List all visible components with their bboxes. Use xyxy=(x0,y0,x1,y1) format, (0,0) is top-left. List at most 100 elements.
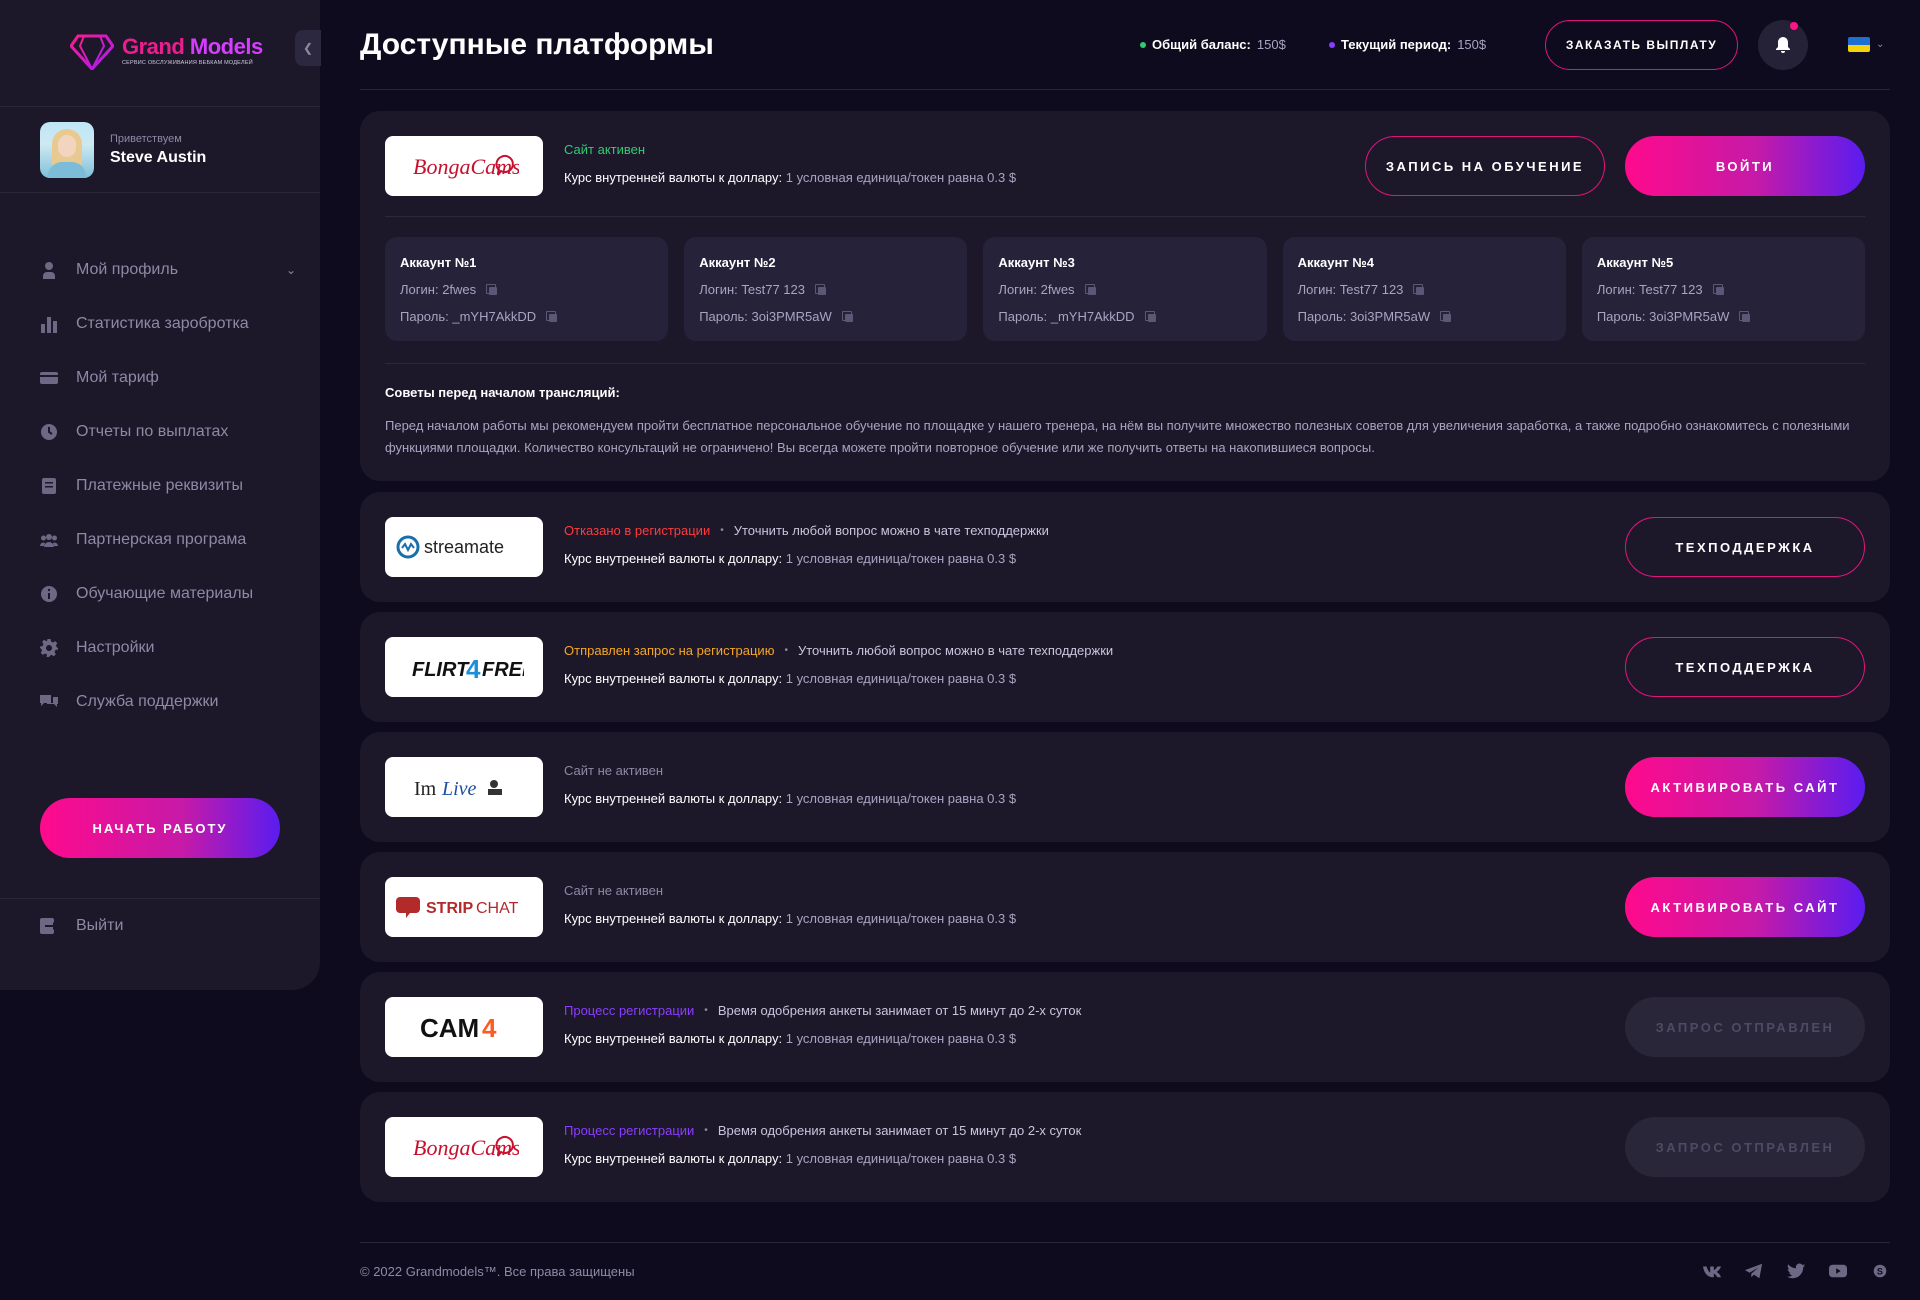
logout-icon xyxy=(40,918,58,934)
copyright: © 2022 Grandmodels™. Все права защищены xyxy=(360,1264,635,1279)
account-password: Пароль: 3oi3PMR5aW xyxy=(1298,309,1551,324)
platform-info: Процесс регистрации • Время одобрения анке… xyxy=(564,1123,1082,1166)
currency-rate: Курс внутренней валюты к доллару: 1 усло… xyxy=(564,1151,1017,1166)
sidebar-menu: Мой профиль ⌄ Статистика заробротка Мой … xyxy=(40,243,302,729)
sidebar-item-label: Мой тариф xyxy=(76,369,159,386)
account-card: Аккаунт №5 Логин: Test77 123 Пароль: 3oi… xyxy=(1581,237,1866,341)
training-signup-button[interactable]: ЗАПИСЬ НА ОБУЧЕНИЕ xyxy=(1365,136,1605,196)
request-sent-button: ЗАПРОС ОТПРАВЛЕН xyxy=(1625,997,1865,1057)
status-text: Процесс регистрации xyxy=(564,1123,695,1138)
info-icon xyxy=(41,586,57,602)
platform-card-flirt4free: FLIRT 4 FREE Отправлен запрос на регистр… xyxy=(360,612,1890,722)
chevron-left-icon: ❮ xyxy=(302,41,314,55)
account-card: Аккаунт №4 Логин: Test77 123 Пароль: 3oi… xyxy=(1282,237,1566,341)
cam4-logo: CAM 4 xyxy=(385,997,543,1057)
account-login: Логин: Test77 123 xyxy=(1298,282,1551,297)
notification-badge xyxy=(1790,22,1798,30)
account-login: Логин: Test77 123 xyxy=(1597,282,1850,297)
card-icon xyxy=(40,372,58,384)
svg-text:BongaCams: BongaCams xyxy=(413,1135,519,1160)
skype-icon[interactable]: S xyxy=(1870,1262,1890,1280)
sidebar-item-label: Служба поддержки xyxy=(76,693,219,710)
language-selector[interactable]: ⌄ xyxy=(1848,37,1884,52)
svg-text:CHAT: CHAT xyxy=(476,900,519,917)
copy-icon[interactable] xyxy=(1739,311,1751,322)
sidebar-item-label: Обучающие материалы xyxy=(76,585,254,602)
notifications-button[interactable] xyxy=(1758,20,1808,70)
sidebar-item-label: Настройки xyxy=(76,639,155,656)
copy-icon[interactable] xyxy=(546,311,558,322)
divider xyxy=(360,1242,1890,1243)
activate-site-button[interactable]: АКТИВИРОВАТЬ САЙТ xyxy=(1625,757,1865,817)
account-password: Пароль: _mYH7AkkDD xyxy=(400,309,653,324)
svg-text:4: 4 xyxy=(482,1013,497,1042)
clock-icon xyxy=(41,424,57,440)
telegram-icon[interactable] xyxy=(1744,1262,1764,1280)
bongacams-logo: BongaCams xyxy=(385,1117,543,1177)
avatar xyxy=(40,122,94,178)
platform-card-streamate: streamate Отказано в регистрации • Уточнит… xyxy=(360,492,1890,602)
sidebar-item-payouts[interactable]: Отчеты по выплатах xyxy=(40,405,302,459)
chat-icon xyxy=(40,695,58,707)
svg-text:Live: Live xyxy=(441,778,477,800)
sidebar-collapse-button[interactable]: ❮ xyxy=(295,30,321,66)
status-text: Сайт не активен xyxy=(564,763,664,778)
divider xyxy=(385,216,1865,217)
diamond-logo-icon xyxy=(70,34,114,70)
currency-rate: Курс внутренней валюты к доллару: 1 усло… xyxy=(564,671,1017,686)
ukraine-flag-icon xyxy=(1848,37,1870,52)
flirt4free-logo: FLIRT 4 FREE xyxy=(385,637,543,697)
sidebar-item-label: Статистика заробротка xyxy=(76,315,249,332)
vk-icon[interactable] xyxy=(1702,1262,1722,1280)
status-note: Время одобрения анкеты занимает от 15 ми… xyxy=(717,1003,1082,1018)
sidebar-item-support[interactable]: Служба поддержки xyxy=(40,675,302,729)
sidebar-item-learning[interactable]: Обучающие материалы xyxy=(40,567,302,621)
copy-icon[interactable] xyxy=(1413,284,1425,295)
sidebar-item-tariff[interactable]: Мой тариф xyxy=(40,351,302,405)
greeting-label: Приветствуем xyxy=(110,133,182,145)
users-icon xyxy=(40,534,58,547)
sidebar-item-profile[interactable]: Мой профиль ⌄ xyxy=(40,243,302,297)
copy-icon[interactable] xyxy=(815,284,826,295)
sidebar-item-partners[interactable]: Партнерская програма xyxy=(40,513,302,567)
youtube-icon[interactable] xyxy=(1828,1262,1848,1280)
copy-icon[interactable] xyxy=(1712,284,1724,295)
support-button[interactable]: ТЕХПОДДЕРЖКА xyxy=(1625,637,1865,697)
start-work-button[interactable]: НАЧАТЬ РАБОТУ xyxy=(40,798,280,858)
account-password: Пароль: _mYH7AkkDD xyxy=(998,309,1251,324)
balance-label: Общий баланс: xyxy=(1152,37,1251,52)
copy-icon[interactable] xyxy=(1144,311,1156,322)
status-note: Время одобрения анкеты занимает от 15 ми… xyxy=(717,1123,1082,1138)
support-button[interactable]: ТЕХПОДДЕРЖКА xyxy=(1625,517,1865,577)
user-profile[interactable]: Приветствуем Steve Austin xyxy=(40,122,206,178)
user-icon xyxy=(43,262,55,279)
sidebar-item-settings[interactable]: Настройки xyxy=(40,621,302,675)
twitter-icon[interactable] xyxy=(1786,1262,1806,1280)
activate-site-button[interactable]: АКТИВИРОВАТЬ САЙТ xyxy=(1625,877,1865,937)
bongacams-logo: BongaCams xyxy=(385,136,543,196)
divider xyxy=(0,192,320,193)
logout-label: Выйти xyxy=(76,917,124,934)
copy-icon[interactable] xyxy=(1440,311,1452,322)
platform-info: Процесс регистрации • Время одобрения анке… xyxy=(564,1003,1082,1046)
bongacams-logo-mark: BongaCams xyxy=(413,1135,519,1160)
sidebar-item-earnings[interactable]: Статистика заробротка xyxy=(40,297,302,351)
copy-icon[interactable] xyxy=(486,284,498,295)
divider xyxy=(360,89,1890,90)
brand-name: Grand Models xyxy=(122,34,263,59)
sidebar-item-label: Платежные реквизиты xyxy=(76,477,243,494)
gear-icon xyxy=(40,639,58,657)
status-note: Уточнить любой вопрос можно в чате техпо… xyxy=(733,523,1049,538)
order-payout-button[interactable]: ЗАКАЗАТЬ ВЫПЛАТУ xyxy=(1545,20,1738,70)
currency-rate: Курс внутренней валюты к доллару: 1 усло… xyxy=(564,791,1017,806)
status-text: Сайт не активен xyxy=(564,883,664,898)
brand-logo[interactable]: Grand Models СЕРВИС ОБСЛУЖИВАНИЯ ВЕБКАМ … xyxy=(70,32,263,70)
logout-button[interactable]: Выйти xyxy=(40,917,123,935)
copy-icon[interactable] xyxy=(1084,284,1096,295)
stripchat-logo-mark: STRIP CHAT xyxy=(396,897,519,918)
copy-icon[interactable] xyxy=(841,311,853,322)
account-title: Аккаунт №3 xyxy=(998,255,1075,270)
sidebar-item-requisites[interactable]: Платежные реквизиты xyxy=(40,459,302,513)
login-button[interactable]: ВОЙТИ xyxy=(1625,136,1865,196)
stripchat-logo: STRIP CHAT xyxy=(385,877,543,937)
